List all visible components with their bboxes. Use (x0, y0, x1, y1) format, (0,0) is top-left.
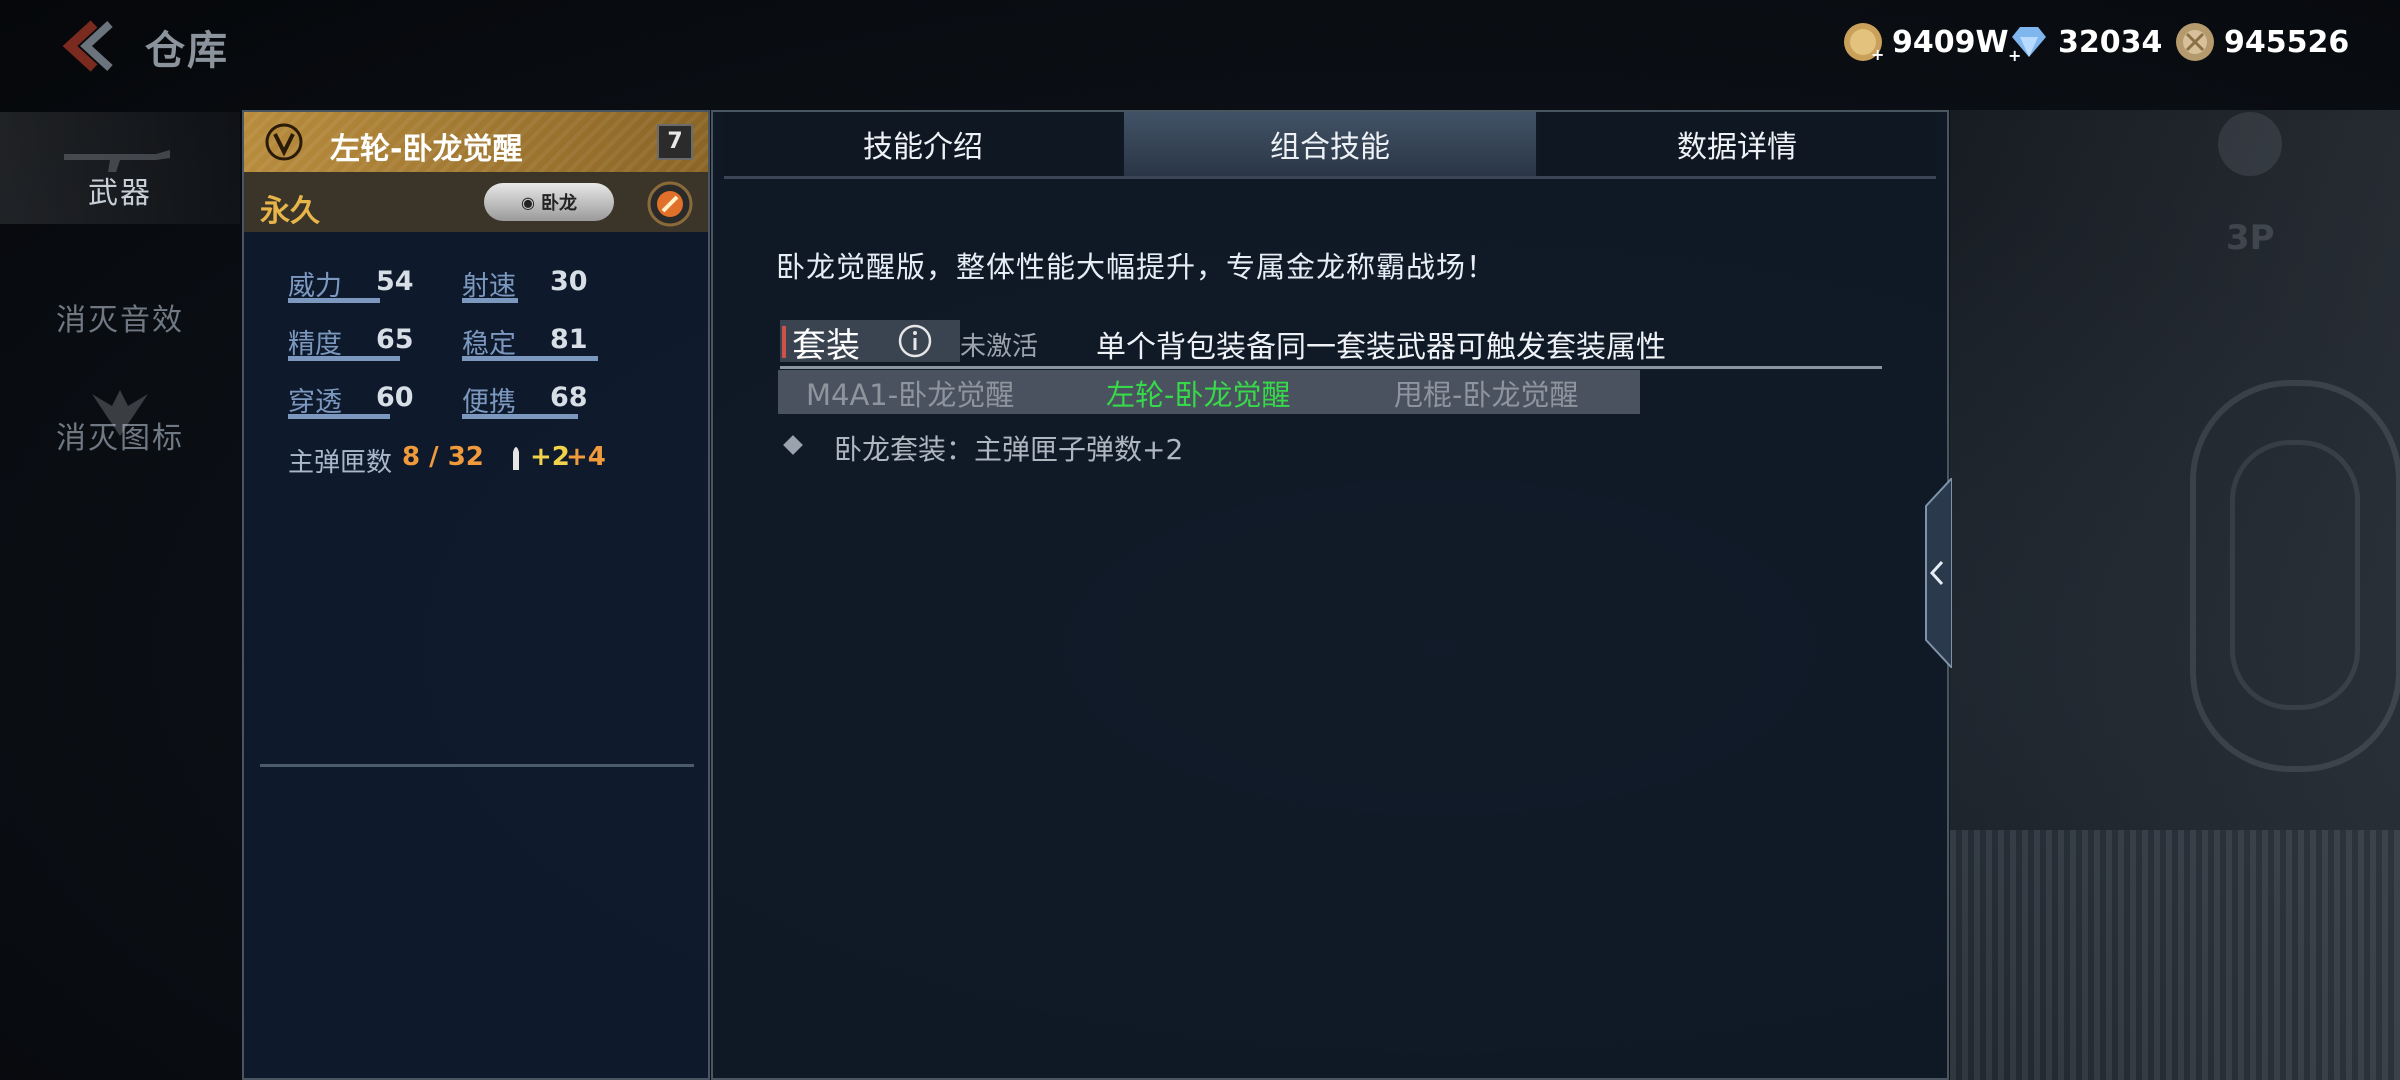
tab-divider (724, 176, 1936, 179)
currency-diamond[interactable]: + 32034 (2008, 20, 2162, 64)
tab-label: 技能介绍 (863, 130, 983, 165)
currency-gold[interactable]: + 9409W (1842, 20, 2009, 64)
combo-description: 卧龙觉醒版，整体性能大幅提升，专属金龙称霸战场！ (776, 250, 1497, 284)
coin-icon: ◉ (521, 192, 535, 212)
rank-emblem-icon[interactable] (646, 180, 694, 228)
side-drawer-toggle[interactable] (1918, 478, 1952, 668)
background-floor (1950, 830, 2400, 1080)
nav-item-weapons[interactable]: 武器 (0, 112, 240, 224)
stat-power-bar (288, 298, 380, 303)
weapon-card-divider (260, 764, 694, 767)
tab-combo-skill[interactable]: 组合技能 (1124, 112, 1536, 176)
stat-penetration-bar (288, 414, 390, 419)
ammo-bonus-a: +2 (530, 442, 570, 472)
stat-firerate-value: 30 (550, 266, 588, 297)
tab-skill-intro[interactable]: 技能介绍 (724, 112, 1122, 176)
set-title: 套装 (792, 326, 860, 366)
set-divider (780, 366, 1882, 369)
background-target-inner (2230, 440, 2360, 710)
nav-item-kill-sound[interactable]: 消灭音效 (0, 262, 240, 372)
svg-text:+: + (2008, 46, 2021, 63)
page-title: 仓库 (145, 28, 229, 74)
stat-penetration-value: 60 (376, 382, 414, 413)
currency-diamond-value: 32034 (2058, 24, 2163, 60)
ammo-label: 主弹匣数 (288, 448, 393, 478)
currency-medal-value: 945526 (2224, 24, 2350, 60)
set-member: 甩棍-卧龙觉醒 (1394, 378, 1579, 412)
ammo-bonus-b: +4 (566, 442, 606, 472)
stat-portability-bar (462, 414, 578, 419)
weapon-name: 左轮-卧龙觉醒 (330, 132, 523, 167)
set-effect: 卧龙套装：主弹匣子弹数+2 (834, 433, 1184, 466)
bullet-icon (513, 447, 519, 470)
stat-stability-bar (462, 356, 598, 361)
vip-badge-icon (265, 123, 303, 161)
currency-medal[interactable]: 945526 (2174, 20, 2349, 64)
stat-accuracy-bar (288, 356, 400, 361)
set-member-active: 左轮-卧龙觉醒 (1106, 378, 1291, 412)
tab-label: 组合技能 (1270, 130, 1390, 165)
third-person-toggle[interactable]: 3P (2226, 218, 2275, 258)
gamepad-icon[interactable] (2218, 112, 2282, 176)
nav-item-kill-icon[interactable]: 消灭图标 (0, 380, 240, 490)
stat-portability-value: 68 (550, 382, 588, 413)
rifle-icon (64, 150, 170, 172)
weapon-duration: 永久 (260, 194, 320, 229)
stat-power-value: 54 (376, 266, 414, 297)
wings-icon (92, 390, 148, 436)
set-member: M4A1-卧龙觉醒 (806, 378, 1015, 412)
gold-coin-icon: + (1844, 23, 1884, 63)
stat-stability-value: 81 (550, 324, 588, 355)
weapon-level-badge: 7 (657, 124, 693, 160)
info-icon[interactable] (898, 324, 932, 358)
currency-gold-value: 9409W (1892, 24, 2009, 60)
nav-item-label: 消灭音效 (56, 303, 184, 338)
stat-accuracy-value: 65 (376, 324, 414, 355)
back-button[interactable] (56, 18, 116, 74)
weapon-series-tag-label: 卧龙 (540, 193, 577, 214)
diamond-icon: + (2008, 27, 2046, 63)
ammo-value: 8 / 32 (402, 442, 484, 472)
weapon-series-tag[interactable]: ◉ 卧龙 (484, 183, 614, 221)
set-description: 单个背包装备同一套装武器可触发套装属性 (1096, 330, 1666, 365)
set-header-marker (782, 326, 786, 358)
tab-data-details[interactable]: 数据详情 (1538, 112, 1936, 176)
svg-text:+: + (1871, 45, 1884, 63)
set-status: 未激活 (960, 332, 1039, 362)
stat-firerate-bar (462, 298, 518, 303)
tab-label: 数据详情 (1677, 130, 1797, 165)
chevron-left-icon (62, 20, 113, 72)
weapon-card (242, 110, 710, 1080)
medal-coin-icon (2176, 23, 2214, 61)
